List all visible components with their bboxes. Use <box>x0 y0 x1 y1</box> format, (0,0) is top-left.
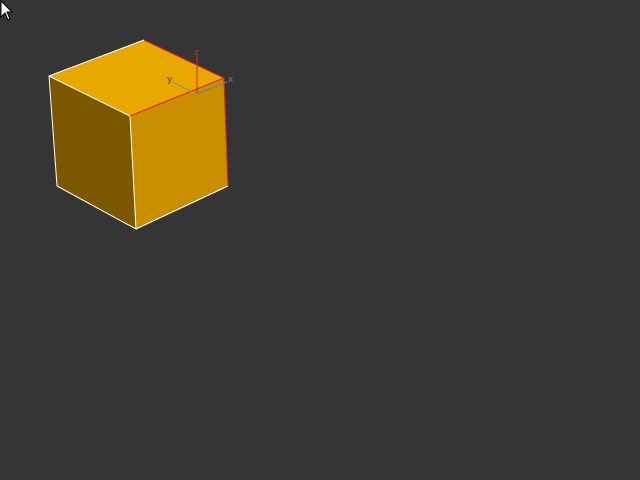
viewport-scene: z y x <box>48 39 234 230</box>
cube-object[interactable] <box>48 39 229 230</box>
pivot-x-label: x <box>228 75 234 85</box>
pivot-z-label: z <box>194 48 199 58</box>
3d-viewport[interactable]: z y x <box>0 0 640 480</box>
pivot-y-label: y <box>167 75 173 85</box>
mouse-pointer-icon <box>0 0 14 21</box>
